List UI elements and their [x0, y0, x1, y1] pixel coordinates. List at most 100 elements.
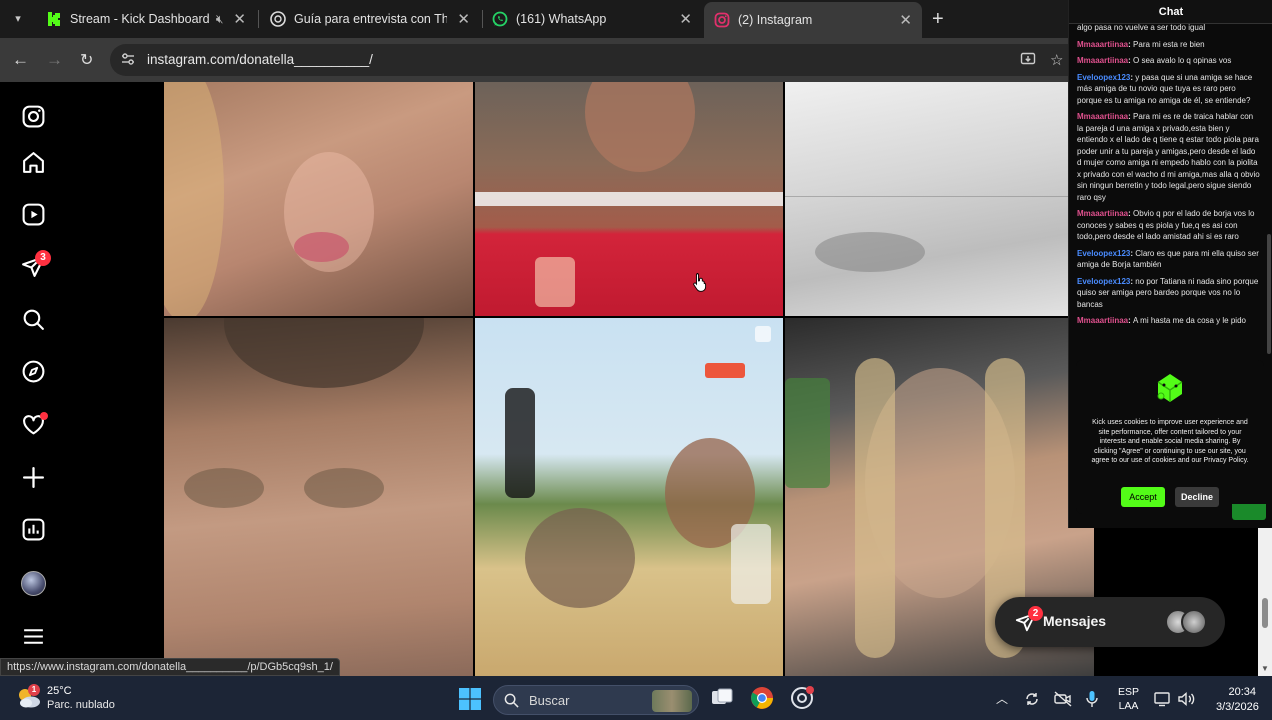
- chat-username[interactable]: Mmaaartiinaa: [1077, 316, 1128, 325]
- cookie-consent-dialog: Kick uses cookies to improve user experi…: [1076, 360, 1264, 514]
- decline-button[interactable]: Decline: [1175, 487, 1219, 507]
- tab-search-dropdown[interactable]: ▾: [8, 9, 28, 29]
- chat-username[interactable]: Mmaaartiinaa: [1077, 56, 1128, 65]
- tab-title: (2) Instagram: [738, 13, 813, 27]
- menu-icon[interactable]: [21, 624, 46, 649]
- chat-text: A mi hasta me da cosa y le pido: [1133, 316, 1246, 325]
- reels-icon[interactable]: [21, 202, 46, 227]
- chat-username[interactable]: Mmaaartiinaa: [1077, 112, 1128, 121]
- sync-icon[interactable]: [1024, 691, 1040, 707]
- chrome-icon[interactable]: [750, 686, 774, 710]
- forward-icon[interactable]: →: [46, 50, 63, 70]
- volume-icon[interactable]: [1178, 691, 1196, 707]
- chat-scrollbar[interactable]: [1267, 234, 1271, 354]
- reload-icon[interactable]: ↻: [80, 50, 93, 70]
- post-thumbnail[interactable]: [785, 82, 1094, 316]
- post-thumbnail[interactable]: [475, 82, 783, 316]
- dashboard-icon[interactable]: [21, 517, 46, 542]
- app-icon[interactable]: [790, 686, 814, 710]
- microphone-icon[interactable]: [1086, 690, 1098, 708]
- address-bar[interactable]: instagram.com/donatella__________/ ☆: [110, 44, 1070, 76]
- site-settings-icon[interactable]: [120, 51, 136, 67]
- accept-button[interactable]: Accept: [1121, 487, 1165, 507]
- tab-instagram[interactable]: (2) Instagram ✕: [704, 2, 922, 38]
- scrollbar-thumb[interactable]: [1262, 598, 1268, 628]
- chat-message: Eveloopex123: Claro es que para mi ella …: [1077, 248, 1261, 271]
- close-icon[interactable]: ✕: [233, 10, 246, 28]
- tab-title: Guía para entrevista con Thiago: [294, 12, 448, 26]
- home-icon[interactable]: [21, 150, 46, 175]
- chat-message: Eveloopex123: no por Tatiana ni nada sin…: [1077, 276, 1261, 311]
- language-code: ESP: [1118, 686, 1140, 698]
- close-icon[interactable]: ✕: [679, 10, 692, 28]
- tab-title: Stream - Kick Dashboard: [70, 12, 210, 26]
- chat-message: Mmaaartiinaa: Para mi esta re bien: [1077, 39, 1261, 51]
- network-icon[interactable]: [1154, 691, 1172, 707]
- chat-text: algo pasa no vuelve a ser todo igual: [1077, 23, 1206, 32]
- system-clock[interactable]: 20:34 3/3/2026: [1216, 685, 1259, 715]
- search-icon[interactable]: [21, 307, 46, 332]
- instagram-logo-icon[interactable]: [21, 104, 46, 129]
- language-indicator[interactable]: ESP LAA: [1118, 685, 1139, 713]
- chat-message: algo pasa no vuelve a ser todo igual: [1077, 22, 1261, 34]
- post-thumbnail[interactable]: [164, 318, 473, 676]
- close-icon[interactable]: ✕: [457, 10, 470, 28]
- screen: ▾ Stream - Kick Dashboard 🔇︎ ✕ Guía para…: [0, 0, 1272, 720]
- chat-username[interactable]: Mmaaartiinaa: [1077, 40, 1128, 49]
- mute-icon[interactable]: 🔇︎: [216, 12, 224, 27]
- chat-header: Chat: [1069, 0, 1272, 24]
- tab-kick-dashboard[interactable]: Stream - Kick Dashboard 🔇︎ ✕: [36, 4, 256, 34]
- search-highlight-image: [652, 690, 692, 712]
- chat-messages[interactable]: algo pasa no vuelve a ser todo igual Mmaa…: [1077, 22, 1261, 358]
- close-icon[interactable]: ✕: [899, 11, 912, 29]
- profile-avatar[interactable]: [21, 571, 46, 596]
- explore-icon[interactable]: [21, 359, 46, 384]
- kick-cookie-icon: [1157, 374, 1183, 402]
- post-thumbnail[interactable]: [164, 82, 473, 316]
- cookie-text: Kick uses cookies to improve user experi…: [1091, 419, 1249, 464]
- clock-date: 3/3/2026: [1216, 701, 1259, 713]
- clock-time: 20:34: [1228, 686, 1256, 698]
- instagram-icon: [714, 12, 730, 28]
- chat-username[interactable]: Eveloopex123: [1077, 249, 1130, 258]
- tab-title: (161) WhatsApp: [516, 12, 607, 26]
- chat-message: Mmaaartiinaa: A mi hasta me da cosa y le…: [1077, 315, 1261, 327]
- new-tab-button[interactable]: +: [932, 8, 944, 31]
- page-margin: [66, 82, 164, 676]
- back-icon[interactable]: ←: [12, 50, 29, 70]
- chat-message: Mmaaartiinaa: Para mi es re de traica ha…: [1077, 111, 1261, 203]
- chat-username[interactable]: Eveloopex123: [1077, 73, 1130, 82]
- weather-widget[interactable]: 1 25°C Parc. nublado: [14, 684, 154, 714]
- kick-icon: [46, 11, 62, 27]
- bookmark-star-icon[interactable]: ☆: [1050, 51, 1063, 69]
- windows-taskbar: 1 25°C Parc. nublado Buscar ︿ ESP LAA 20…: [0, 676, 1272, 720]
- install-app-icon[interactable]: [1020, 51, 1036, 71]
- tab-whatsapp[interactable]: (161) WhatsApp ✕: [482, 4, 702, 34]
- windows-start-icon[interactable]: [459, 688, 481, 710]
- show-hidden-icons[interactable]: ︿: [996, 690, 1008, 707]
- browser-toolbar: ← → ↻ instagram.com/donatella__________/…: [0, 38, 1070, 82]
- chat-text: Para mi esta re bien: [1133, 39, 1205, 49]
- chat-username[interactable]: Eveloopex123: [1077, 277, 1130, 286]
- temperature: 25°C: [47, 685, 72, 697]
- chatgpt-icon: [270, 11, 286, 27]
- create-plus-icon[interactable]: [21, 465, 46, 490]
- tab-chatgpt[interactable]: Guía para entrevista con Thiago ✕: [260, 4, 480, 34]
- chat-username[interactable]: Mmaaartiinaa: [1077, 209, 1128, 218]
- chat-send-button[interactable]: [1232, 504, 1266, 520]
- messages-label: Mensajes: [1043, 613, 1107, 629]
- taskbar-search[interactable]: Buscar: [493, 685, 699, 715]
- messages-badge: 2: [1028, 606, 1043, 621]
- link-status-bar: https://www.instagram.com/donatella_____…: [0, 658, 340, 676]
- chat-message: Mmaaartiinaa: Obvio q por el lado de bor…: [1077, 208, 1261, 243]
- hand-cursor-icon: [693, 273, 707, 292]
- scroll-down-icon[interactable]: ▼: [1261, 664, 1269, 673]
- avatar: [1181, 609, 1207, 635]
- post-thumbnail[interactable]: [475, 318, 783, 676]
- camera-off-icon[interactable]: [1054, 691, 1072, 707]
- weather-description: Parc. nublado: [47, 699, 115, 711]
- url-text[interactable]: instagram.com/donatella__________/: [147, 52, 373, 67]
- task-view-icon[interactable]: [710, 686, 734, 710]
- messages-button[interactable]: 2 Mensajes: [995, 597, 1225, 647]
- post-grid: [164, 82, 1094, 676]
